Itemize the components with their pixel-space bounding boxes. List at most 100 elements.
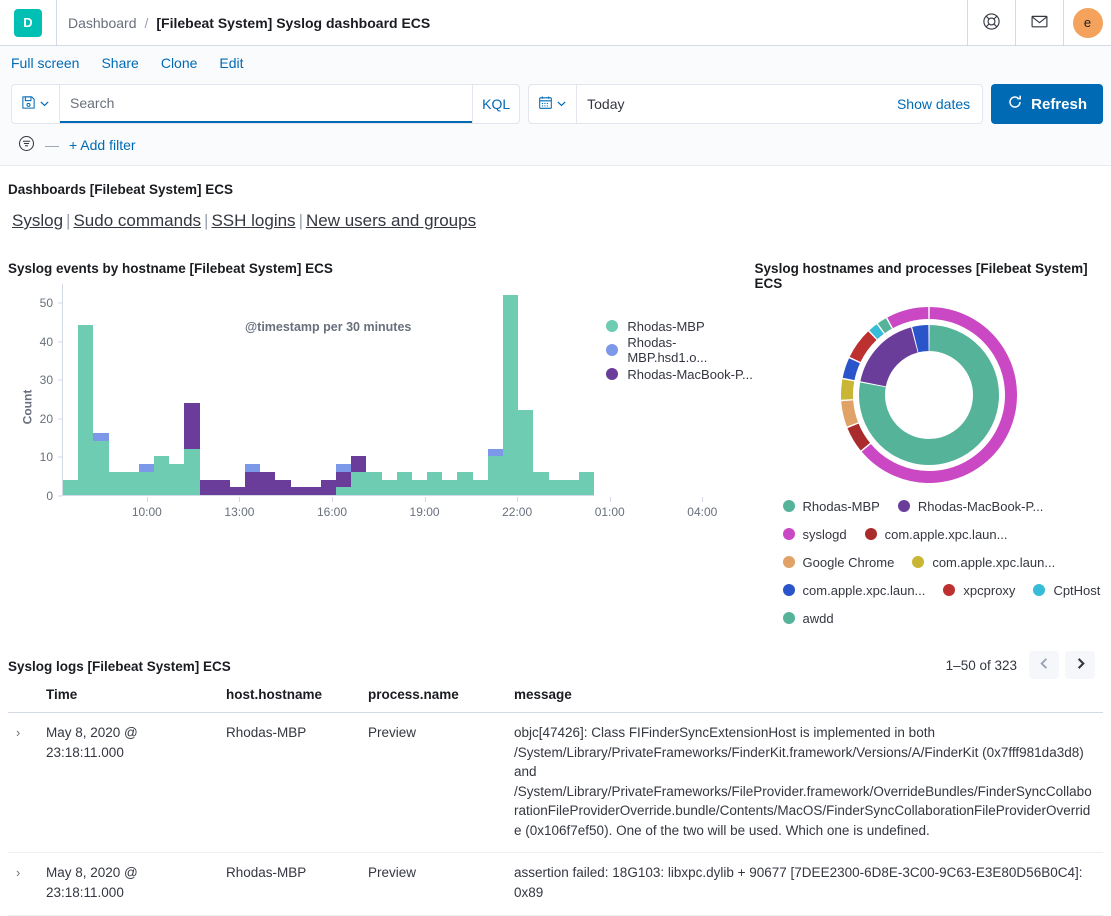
link-sudo-commands[interactable]: Sudo commands: [73, 211, 201, 230]
bar-group[interactable]: [200, 284, 215, 495]
bar-group[interactable]: [184, 284, 199, 495]
bar-group[interactable]: [93, 284, 108, 495]
donut-slice[interactable]: [847, 380, 848, 399]
breadcrumb-dashboard[interactable]: Dashboard: [68, 15, 137, 31]
bar-group[interactable]: [397, 284, 412, 495]
bar-group[interactable]: [124, 284, 139, 495]
bar-group[interactable]: [78, 284, 93, 495]
bar-segment[interactable]: [93, 441, 108, 495]
bar-group[interactable]: [336, 284, 351, 495]
legend-item[interactable]: awdd: [783, 607, 834, 629]
bar-group[interactable]: [291, 284, 306, 495]
bar-segment[interactable]: [184, 403, 199, 449]
bar-segment[interactable]: [488, 449, 503, 457]
bar-group[interactable]: [351, 284, 366, 495]
column-process-name[interactable]: process.name: [360, 679, 506, 713]
bar-segment[interactable]: [351, 456, 366, 471]
bar-group[interactable]: [109, 284, 124, 495]
legend-item[interactable]: com.apple.xpc.laun...: [912, 551, 1055, 573]
bar-segment[interactable]: [215, 480, 230, 495]
bar-segment[interactable]: [533, 472, 548, 495]
bar-segment[interactable]: [427, 472, 442, 495]
bar-segment[interactable]: [184, 449, 199, 495]
column-message[interactable]: message: [506, 679, 1103, 713]
filter-icon[interactable]: [18, 135, 35, 155]
bar-segment[interactable]: [518, 410, 533, 495]
pagination-next-button[interactable]: [1065, 651, 1095, 679]
bar-group[interactable]: [63, 284, 78, 495]
date-range-display[interactable]: Today: [577, 85, 885, 123]
table-row[interactable]: ›May 8, 2020 @ 23:18:11.000Rhodas-MBPPre…: [8, 853, 1103, 915]
bar-group[interactable]: [503, 284, 518, 495]
bar-segment[interactable]: [63, 480, 78, 495]
bar-segment[interactable]: [457, 472, 472, 495]
bar-segment[interactable]: [200, 480, 215, 495]
bar-segment[interactable]: [109, 472, 124, 495]
bar-group[interactable]: [549, 284, 564, 495]
donut-slice[interactable]: [853, 426, 865, 447]
bar-group[interactable]: [321, 284, 336, 495]
donut-slice[interactable]: [873, 329, 880, 335]
help-button[interactable]: [967, 0, 1015, 45]
bar-segment[interactable]: [291, 487, 306, 495]
notifications-button[interactable]: [1015, 0, 1063, 45]
bar-segment[interactable]: [351, 472, 366, 495]
bar-group[interactable]: [473, 284, 488, 495]
bar-group[interactable]: [382, 284, 397, 495]
bar-segment[interactable]: [549, 480, 564, 495]
legend-item[interactable]: Rhodas-MBP: [783, 495, 880, 517]
legend-item[interactable]: xpcproxy: [943, 579, 1015, 601]
bar-group[interactable]: [579, 284, 594, 495]
expand-row-button[interactable]: ›: [8, 713, 38, 853]
bar-group[interactable]: [518, 284, 533, 495]
bar-segment[interactable]: [473, 480, 488, 495]
bar-segment[interactable]: [412, 480, 427, 495]
bar-segment[interactable]: [245, 472, 260, 495]
legend-item[interactable]: Google Chrome: [783, 551, 895, 573]
donut-slice[interactable]: [890, 313, 928, 323]
bar-group[interactable]: [412, 284, 427, 495]
edit-button[interactable]: Edit: [219, 55, 243, 71]
column-host-hostname[interactable]: host.hostname: [218, 679, 360, 713]
add-filter-button[interactable]: + Add filter: [69, 137, 136, 153]
full-screen-button[interactable]: Full screen: [11, 55, 79, 71]
donut-slice[interactable]: [855, 336, 872, 360]
app-logo[interactable]: D: [0, 0, 57, 45]
pagination-prev-button[interactable]: [1029, 651, 1059, 679]
saved-query-button[interactable]: [12, 85, 60, 123]
bar-group[interactable]: [306, 284, 321, 495]
bar-group[interactable]: [260, 284, 275, 495]
bar-segment[interactable]: [382, 480, 397, 495]
bar-segment[interactable]: [442, 480, 457, 495]
link-syslog[interactable]: Syslog: [12, 211, 63, 230]
bar-segment[interactable]: [306, 487, 321, 495]
link-new-users-and-groups[interactable]: New users and groups: [306, 211, 476, 230]
bar-group[interactable]: [169, 284, 184, 495]
user-menu-button[interactable]: e: [1063, 0, 1111, 45]
bar-segment[interactable]: [564, 480, 579, 495]
bar-segment[interactable]: [139, 472, 154, 495]
bar-segment[interactable]: [93, 433, 108, 441]
legend-item[interactable]: com.apple.xpc.laun...: [783, 579, 926, 601]
bar-segment[interactable]: [245, 464, 260, 472]
bar-group[interactable]: [427, 284, 442, 495]
bar-group[interactable]: [366, 284, 381, 495]
bar-group[interactable]: [442, 284, 457, 495]
donut-slice[interactable]: [847, 401, 852, 425]
bar-group[interactable]: [533, 284, 548, 495]
bar-segment[interactable]: [260, 472, 275, 495]
share-button[interactable]: Share: [101, 55, 138, 71]
bar-group[interactable]: [139, 284, 154, 495]
show-dates-button[interactable]: Show dates: [885, 85, 982, 123]
bar-segment[interactable]: [275, 480, 290, 495]
query-language-button[interactable]: KQL: [472, 85, 519, 123]
bar-segment[interactable]: [579, 472, 594, 495]
bar-segment[interactable]: [336, 487, 351, 495]
bar-segment[interactable]: [230, 487, 245, 495]
bar-segment[interactable]: [154, 456, 169, 495]
bar-group[interactable]: [275, 284, 290, 495]
link-ssh-logins[interactable]: SSH logins: [211, 211, 295, 230]
donut-slice[interactable]: [915, 338, 928, 340]
bar-segment[interactable]: [336, 472, 351, 487]
column-time[interactable]: Time: [38, 679, 218, 713]
